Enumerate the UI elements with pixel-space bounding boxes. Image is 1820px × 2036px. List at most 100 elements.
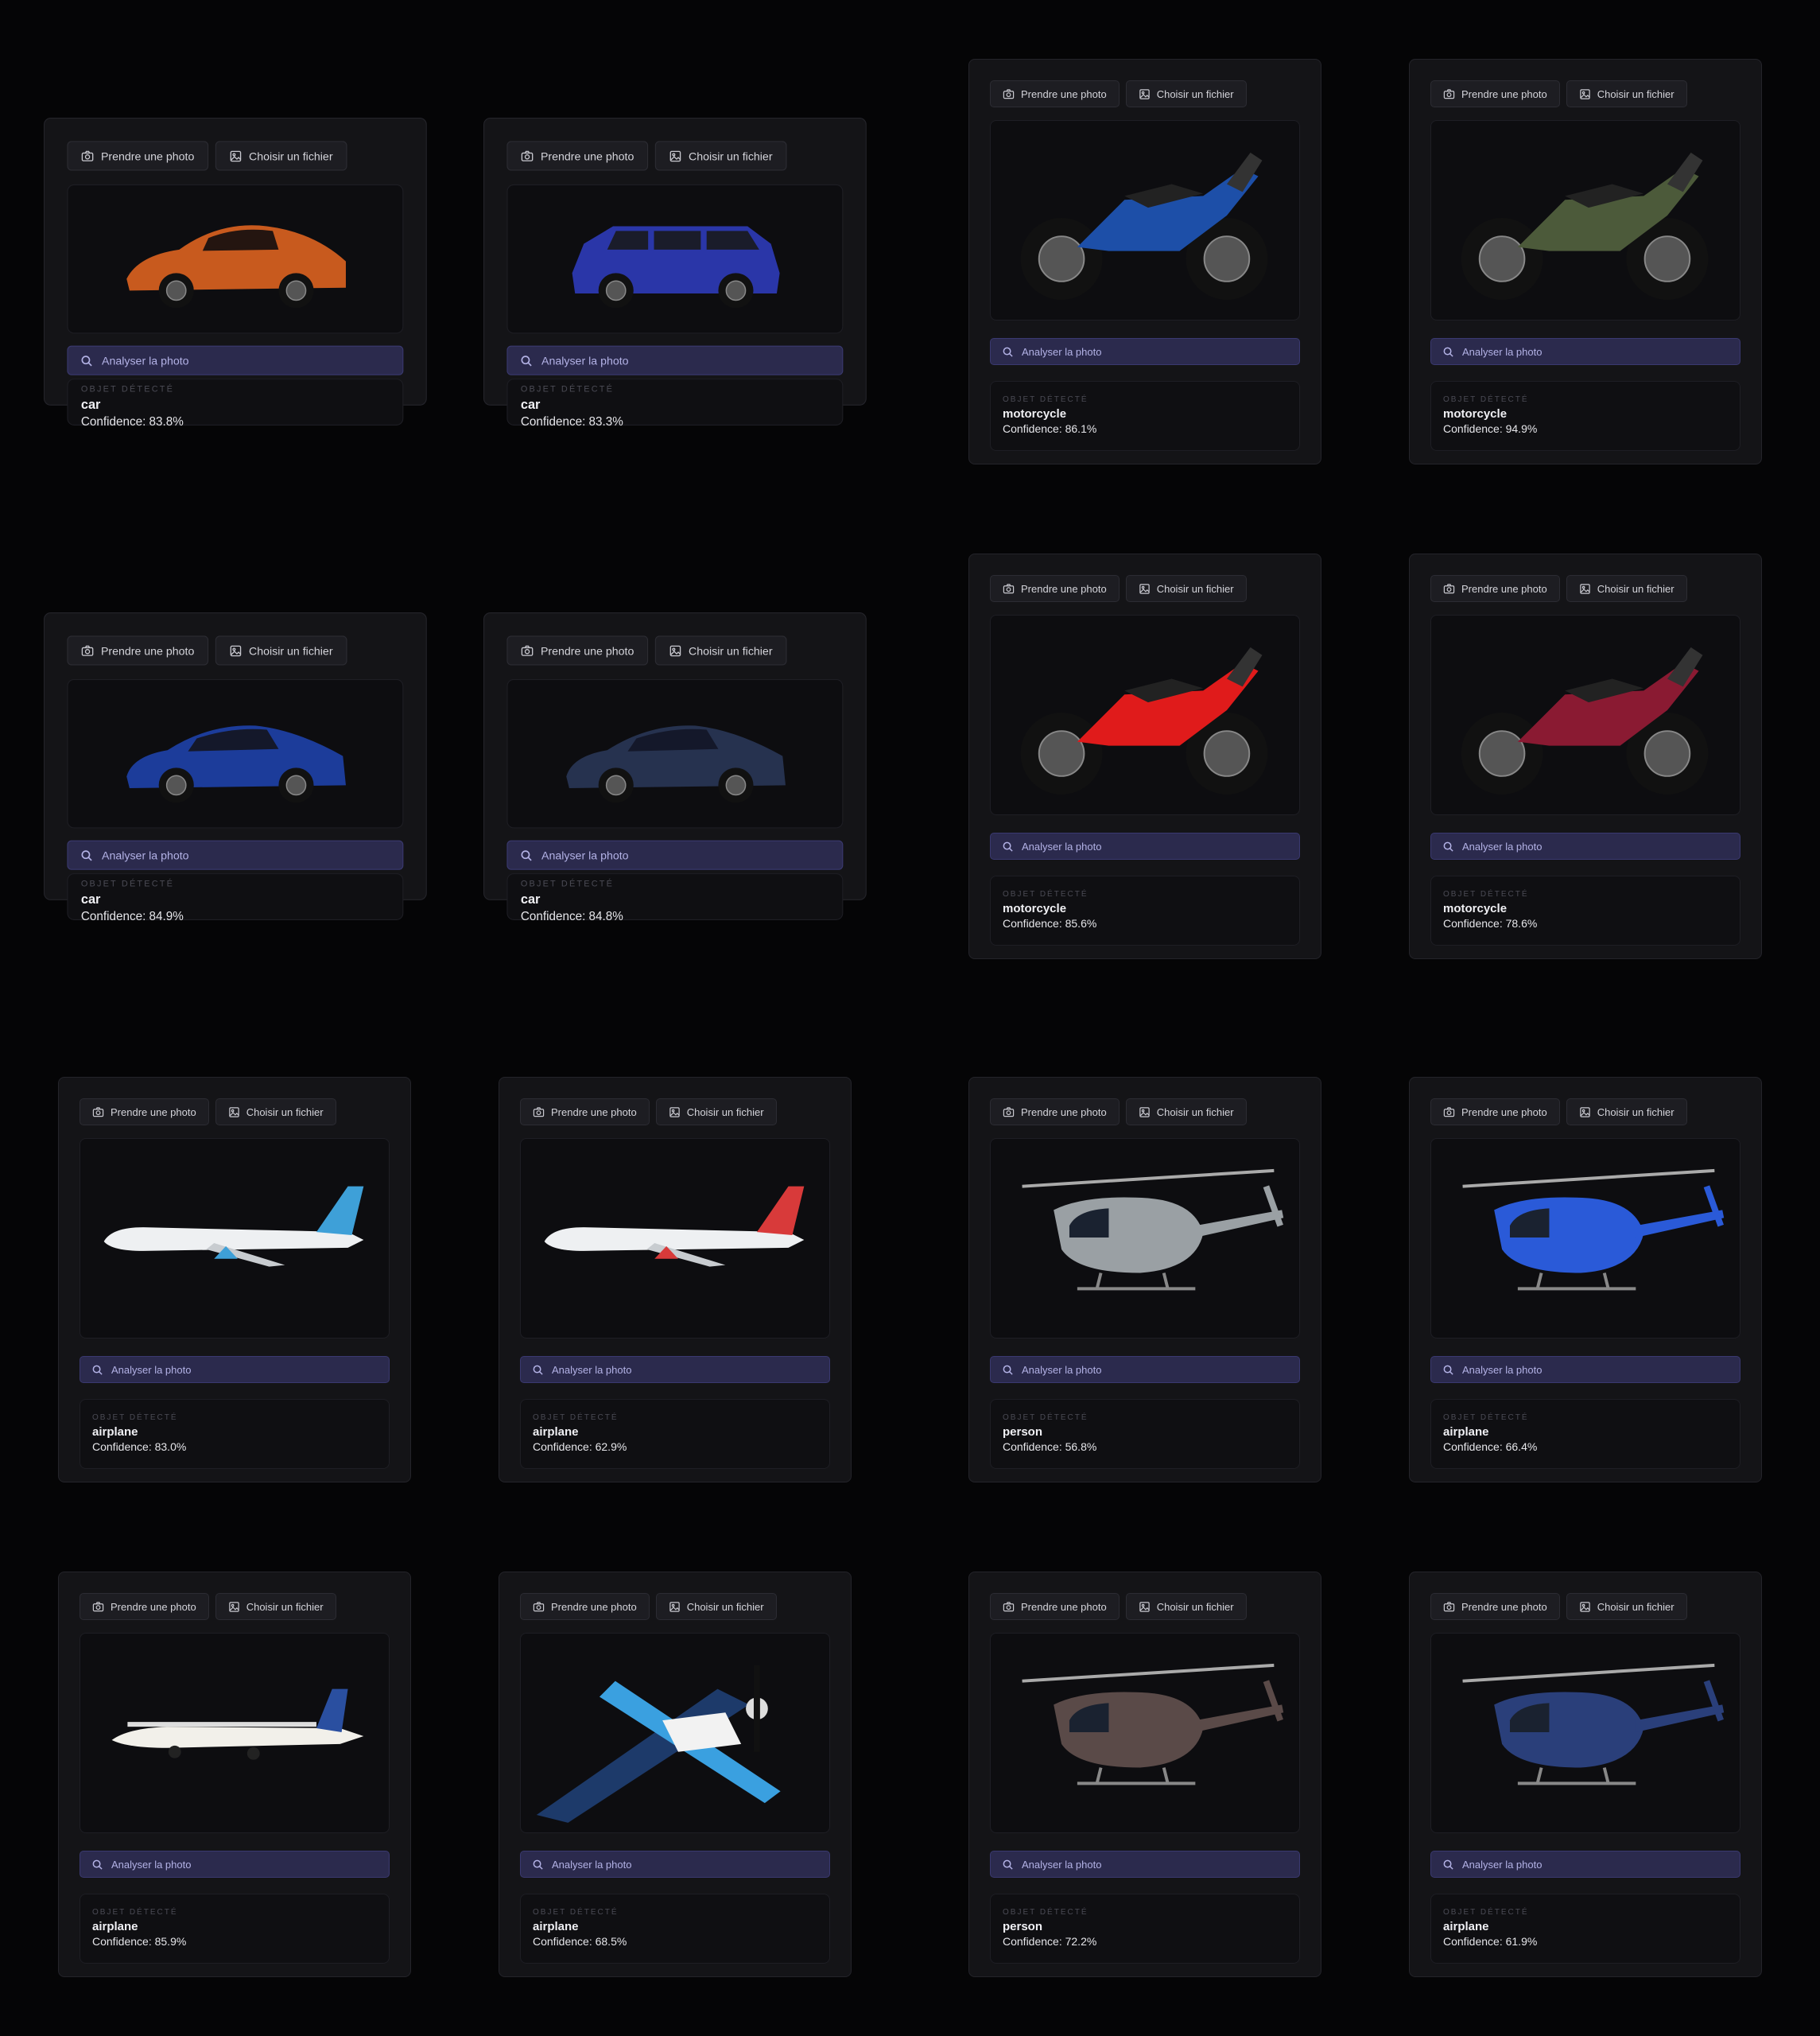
- detection-confidence: Confidence: 84.9%: [80, 908, 184, 923]
- search-icon: [1003, 1859, 1013, 1870]
- choose-file-button[interactable]: Choisir un fichier: [1566, 1098, 1687, 1125]
- analyze-button[interactable]: Analyser la photo: [990, 1356, 1300, 1383]
- take-photo-button[interactable]: Prendre une photo: [1430, 575, 1560, 602]
- detection-result: OBJET DÉTECTÉ motorcycle Confidence: 78.…: [1430, 876, 1740, 946]
- detection-card-11: Prendre une photo Choisir un fichier Ana…: [968, 1077, 1321, 1482]
- choose-file-button[interactable]: Choisir un fichier: [215, 635, 347, 666]
- analyze-button[interactable]: Analyser la photo: [520, 1356, 830, 1383]
- detected-object-name: motorcycle: [1003, 902, 1067, 915]
- choose-file-button[interactable]: Choisir un fichier: [654, 141, 786, 171]
- take-photo-button[interactable]: Prendre une photo: [506, 635, 648, 666]
- photo-preview: [990, 120, 1300, 321]
- analyze-button[interactable]: Analyser la photo: [506, 840, 844, 870]
- choose-file-button[interactable]: Choisir un fichier: [1125, 80, 1247, 107]
- photo-preview: [1430, 615, 1740, 815]
- analyze-label: Analyser la photo: [1462, 840, 1543, 853]
- camera-icon: [1003, 88, 1015, 99]
- analyze-button[interactable]: Analyser la photo: [67, 840, 404, 870]
- input-actions: Prendre une photo Choisir un fichier: [1430, 1593, 1687, 1620]
- image-file-icon: [1139, 1106, 1150, 1117]
- analyze-label: Analyser la photo: [1462, 1858, 1543, 1871]
- take-photo-label: Prendre une photo: [111, 1600, 196, 1613]
- analyze-button[interactable]: Analyser la photo: [67, 345, 404, 375]
- choose-file-button[interactable]: Choisir un fichier: [1566, 575, 1687, 602]
- detected-object-label: OBJET DÉTECTÉ: [533, 1908, 619, 1917]
- choose-file-label: Choisir un fichier: [1597, 1600, 1674, 1613]
- analyze-button[interactable]: Analyser la photo: [990, 338, 1300, 365]
- detected-object-name: airplane: [92, 1920, 138, 1933]
- detected-object-name: airplane: [92, 1425, 138, 1439]
- choose-file-button[interactable]: Choisir un fichier: [655, 1593, 777, 1620]
- analyze-label: Analyser la photo: [111, 1858, 192, 1871]
- choose-file-button[interactable]: Choisir un fichier: [654, 635, 786, 666]
- search-icon: [1443, 1365, 1453, 1375]
- choose-file-label: Choisir un fichier: [249, 643, 333, 658]
- photo-preview: [506, 184, 844, 334]
- take-photo-button[interactable]: Prendre une photo: [990, 1593, 1120, 1620]
- camera-icon: [521, 150, 534, 161]
- take-photo-button[interactable]: Prendre une photo: [1430, 80, 1560, 107]
- detected-object-label: OBJET DÉTECTÉ: [1443, 1908, 1529, 1917]
- vehicle-photo: [1461, 152, 1709, 300]
- choose-file-button[interactable]: Choisir un fichier: [215, 1593, 336, 1620]
- detected-object-label: OBJET DÉTECTÉ: [80, 879, 175, 889]
- detection-confidence: Confidence: 66.4%: [1443, 1440, 1538, 1453]
- detection-confidence: Confidence: 72.2%: [1003, 1935, 1097, 1948]
- take-photo-button[interactable]: Prendre une photo: [1430, 1098, 1560, 1125]
- detection-confidence: Confidence: 78.6%: [1443, 917, 1538, 930]
- choose-file-label: Choisir un fichier: [686, 1600, 764, 1613]
- choose-file-button[interactable]: Choisir un fichier: [1125, 1593, 1247, 1620]
- search-icon: [1003, 1365, 1013, 1375]
- take-photo-button[interactable]: Prendre une photo: [80, 1098, 209, 1125]
- detection-result: OBJET DÉTECTÉ car Confidence: 84.8%: [506, 873, 844, 923]
- analyze-label: Analyser la photo: [1022, 1858, 1102, 1871]
- take-photo-button[interactable]: Prendre une photo: [990, 575, 1120, 602]
- take-photo-button[interactable]: Prendre une photo: [80, 1593, 209, 1620]
- analyze-button[interactable]: Analyser la photo: [1430, 1851, 1740, 1878]
- choose-file-button[interactable]: Choisir un fichier: [655, 1098, 777, 1125]
- take-photo-button[interactable]: Prendre une photo: [67, 635, 208, 666]
- analyze-label: Analyser la photo: [1462, 345, 1543, 358]
- choose-file-button[interactable]: Choisir un fichier: [1566, 80, 1687, 107]
- choose-file-button[interactable]: Choisir un fichier: [1566, 1593, 1687, 1620]
- search-icon: [521, 355, 532, 366]
- image-file-icon: [1139, 1601, 1150, 1612]
- take-photo-button[interactable]: Prendre une photo: [990, 80, 1120, 107]
- take-photo-label: Prendre une photo: [1461, 582, 1547, 595]
- take-photo-button[interactable]: Prendre une photo: [1430, 1593, 1560, 1620]
- analyze-button[interactable]: Analyser la photo: [506, 345, 844, 375]
- take-photo-button[interactable]: Prendre une photo: [506, 141, 648, 171]
- choose-file-button[interactable]: Choisir un fichier: [215, 1098, 336, 1125]
- detection-card-8: Prendre une photo Choisir un fichier Ana…: [1409, 554, 1762, 959]
- take-photo-button[interactable]: Prendre une photo: [990, 1098, 1120, 1125]
- analyze-button[interactable]: Analyser la photo: [520, 1851, 830, 1878]
- analyze-button[interactable]: Analyser la photo: [80, 1851, 390, 1878]
- analyze-button[interactable]: Analyser la photo: [1430, 833, 1740, 860]
- camera-icon: [81, 645, 94, 656]
- take-photo-button[interactable]: Prendre une photo: [520, 1098, 650, 1125]
- choose-file-label: Choisir un fichier: [686, 1105, 764, 1118]
- detected-object-name: motorcycle: [1443, 407, 1508, 421]
- take-photo-button[interactable]: Prendre une photo: [520, 1593, 650, 1620]
- choose-file-label: Choisir un fichier: [689, 643, 773, 658]
- detection-card-10: Prendre une photo Choisir un fichier Ana…: [499, 1077, 852, 1482]
- image-file-icon: [1139, 88, 1150, 99]
- image-file-icon: [1579, 1601, 1590, 1612]
- take-photo-button[interactable]: Prendre une photo: [67, 141, 208, 171]
- vehicle-photo: [103, 1186, 364, 1267]
- analyze-button[interactable]: Analyser la photo: [80, 1356, 390, 1383]
- choose-file-button[interactable]: Choisir un fichier: [215, 141, 347, 171]
- detected-object-label: OBJET DÉTECTÉ: [1003, 395, 1089, 404]
- analyze-button[interactable]: Analyser la photo: [990, 833, 1300, 860]
- analyze-button[interactable]: Analyser la photo: [1430, 1356, 1740, 1383]
- analyze-label: Analyser la photo: [1022, 1363, 1102, 1376]
- analyze-button[interactable]: Analyser la photo: [1430, 338, 1740, 365]
- input-actions: Prendre une photo Choisir un fichier: [990, 575, 1247, 602]
- camera-icon: [1443, 1601, 1455, 1611]
- choose-file-button[interactable]: Choisir un fichier: [1125, 575, 1247, 602]
- detection-card-6: Prendre une photo Choisir un fichier Ana…: [483, 612, 867, 923]
- analyze-button[interactable]: Analyser la photo: [990, 1851, 1300, 1878]
- detected-object-name: car: [520, 398, 541, 413]
- choose-file-button[interactable]: Choisir un fichier: [1125, 1098, 1247, 1125]
- take-photo-label: Prendre une photo: [551, 1600, 637, 1613]
